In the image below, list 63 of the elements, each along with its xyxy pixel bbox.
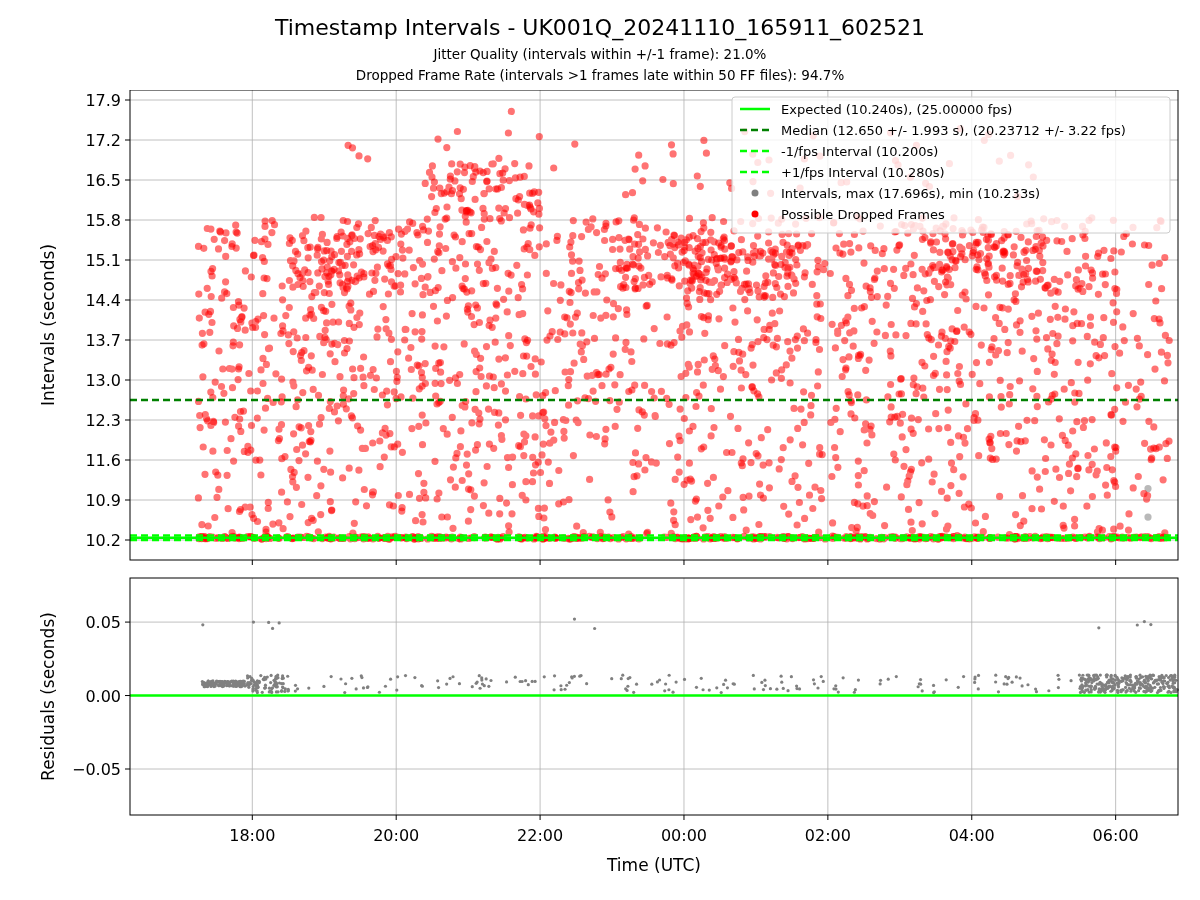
tick-label: 02:00 <box>804 826 851 845</box>
legend-label: +1/fps Interval (10.280s) <box>781 164 945 180</box>
tick-mark <box>971 559 973 566</box>
tick-label: 15.8 <box>85 211 121 230</box>
tick-label: 15.1 <box>85 251 121 270</box>
tick-mark <box>251 814 253 821</box>
tick-mark <box>124 99 131 101</box>
tick-label: 00:00 <box>660 826 708 845</box>
tick-mark <box>251 559 253 566</box>
tick-label: 10.2 <box>85 531 121 550</box>
tick-label: 13.0 <box>85 371 121 390</box>
tick-label: 20:00 <box>373 826 420 845</box>
tick-mark <box>124 179 131 181</box>
tick-mark <box>827 559 829 566</box>
tick-mark <box>827 814 829 821</box>
tick-label: 16.5 <box>85 171 121 190</box>
axis-label: Residuals (seconds) <box>38 612 58 781</box>
tick-mark <box>539 814 541 821</box>
tick-label: 0.00 <box>85 686 121 706</box>
legend-label: Possible Dropped Frames <box>781 206 945 222</box>
legend-label: Expected (10.240s), (25.00000 fps) <box>781 101 1013 117</box>
tick-label: 17.9 <box>85 91 121 110</box>
tick-mark <box>124 695 131 697</box>
tick-label: 04:00 <box>948 826 995 845</box>
tick-mark <box>971 814 973 821</box>
tick-label: 0.05 <box>85 613 121 633</box>
tick-mark <box>124 419 131 421</box>
tick-mark <box>124 299 131 301</box>
tick-label: 10.9 <box>85 491 121 510</box>
tick-mark <box>124 379 131 381</box>
tick-label: 22:00 <box>517 826 564 845</box>
tick-label: −0.05 <box>71 760 121 779</box>
tick-mark <box>124 259 131 261</box>
tick-label: 13.7 <box>85 331 121 350</box>
tick-mark <box>124 139 131 141</box>
chart-subtitle: Dropped Frame Rate (intervals >1 frames late within 50 FF files): 94.7% <box>355 66 845 85</box>
chart-subtitle: Jitter Quality (intervals within +/-1 frame): 21.0% <box>433 45 767 64</box>
axis-label: Time (UTC) <box>607 855 701 875</box>
tick-label: 14.4 <box>85 291 121 310</box>
tick-mark <box>124 339 131 341</box>
tick-label: 17.2 <box>85 131 121 150</box>
tick-mark <box>124 219 131 221</box>
legend-label: Median (12.650 +/- 1.993 s), (20.23712 +/- 3.22 fps) <box>781 122 1126 138</box>
tick-mark <box>683 814 685 821</box>
tick-mark <box>124 499 131 501</box>
tick-mark <box>124 539 131 541</box>
chart-title: Timestamp Intervals - UK001Q_20241110_165911_602521 <box>274 15 926 41</box>
tick-label: 18:00 <box>229 826 276 845</box>
tick-mark <box>683 559 685 566</box>
legend-label: -1/fps Interval (10.200s) <box>781 143 939 159</box>
tick-mark <box>124 768 131 770</box>
tick-mark <box>395 559 397 566</box>
tick-label: 11.6 <box>85 451 121 470</box>
axis-label: Intervals (seconds) <box>38 243 58 407</box>
tick-mark <box>124 459 131 461</box>
tick-mark <box>124 621 131 623</box>
tick-label: 06:00 <box>1092 826 1139 845</box>
tick-mark <box>1115 814 1117 821</box>
tick-mark <box>539 559 541 566</box>
tick-mark <box>395 814 397 821</box>
tick-label: 12.3 <box>85 411 121 430</box>
tick-mark <box>1115 559 1117 566</box>
legend-label: Intervals, max (17.696s), min (10.233s) <box>781 185 1040 201</box>
